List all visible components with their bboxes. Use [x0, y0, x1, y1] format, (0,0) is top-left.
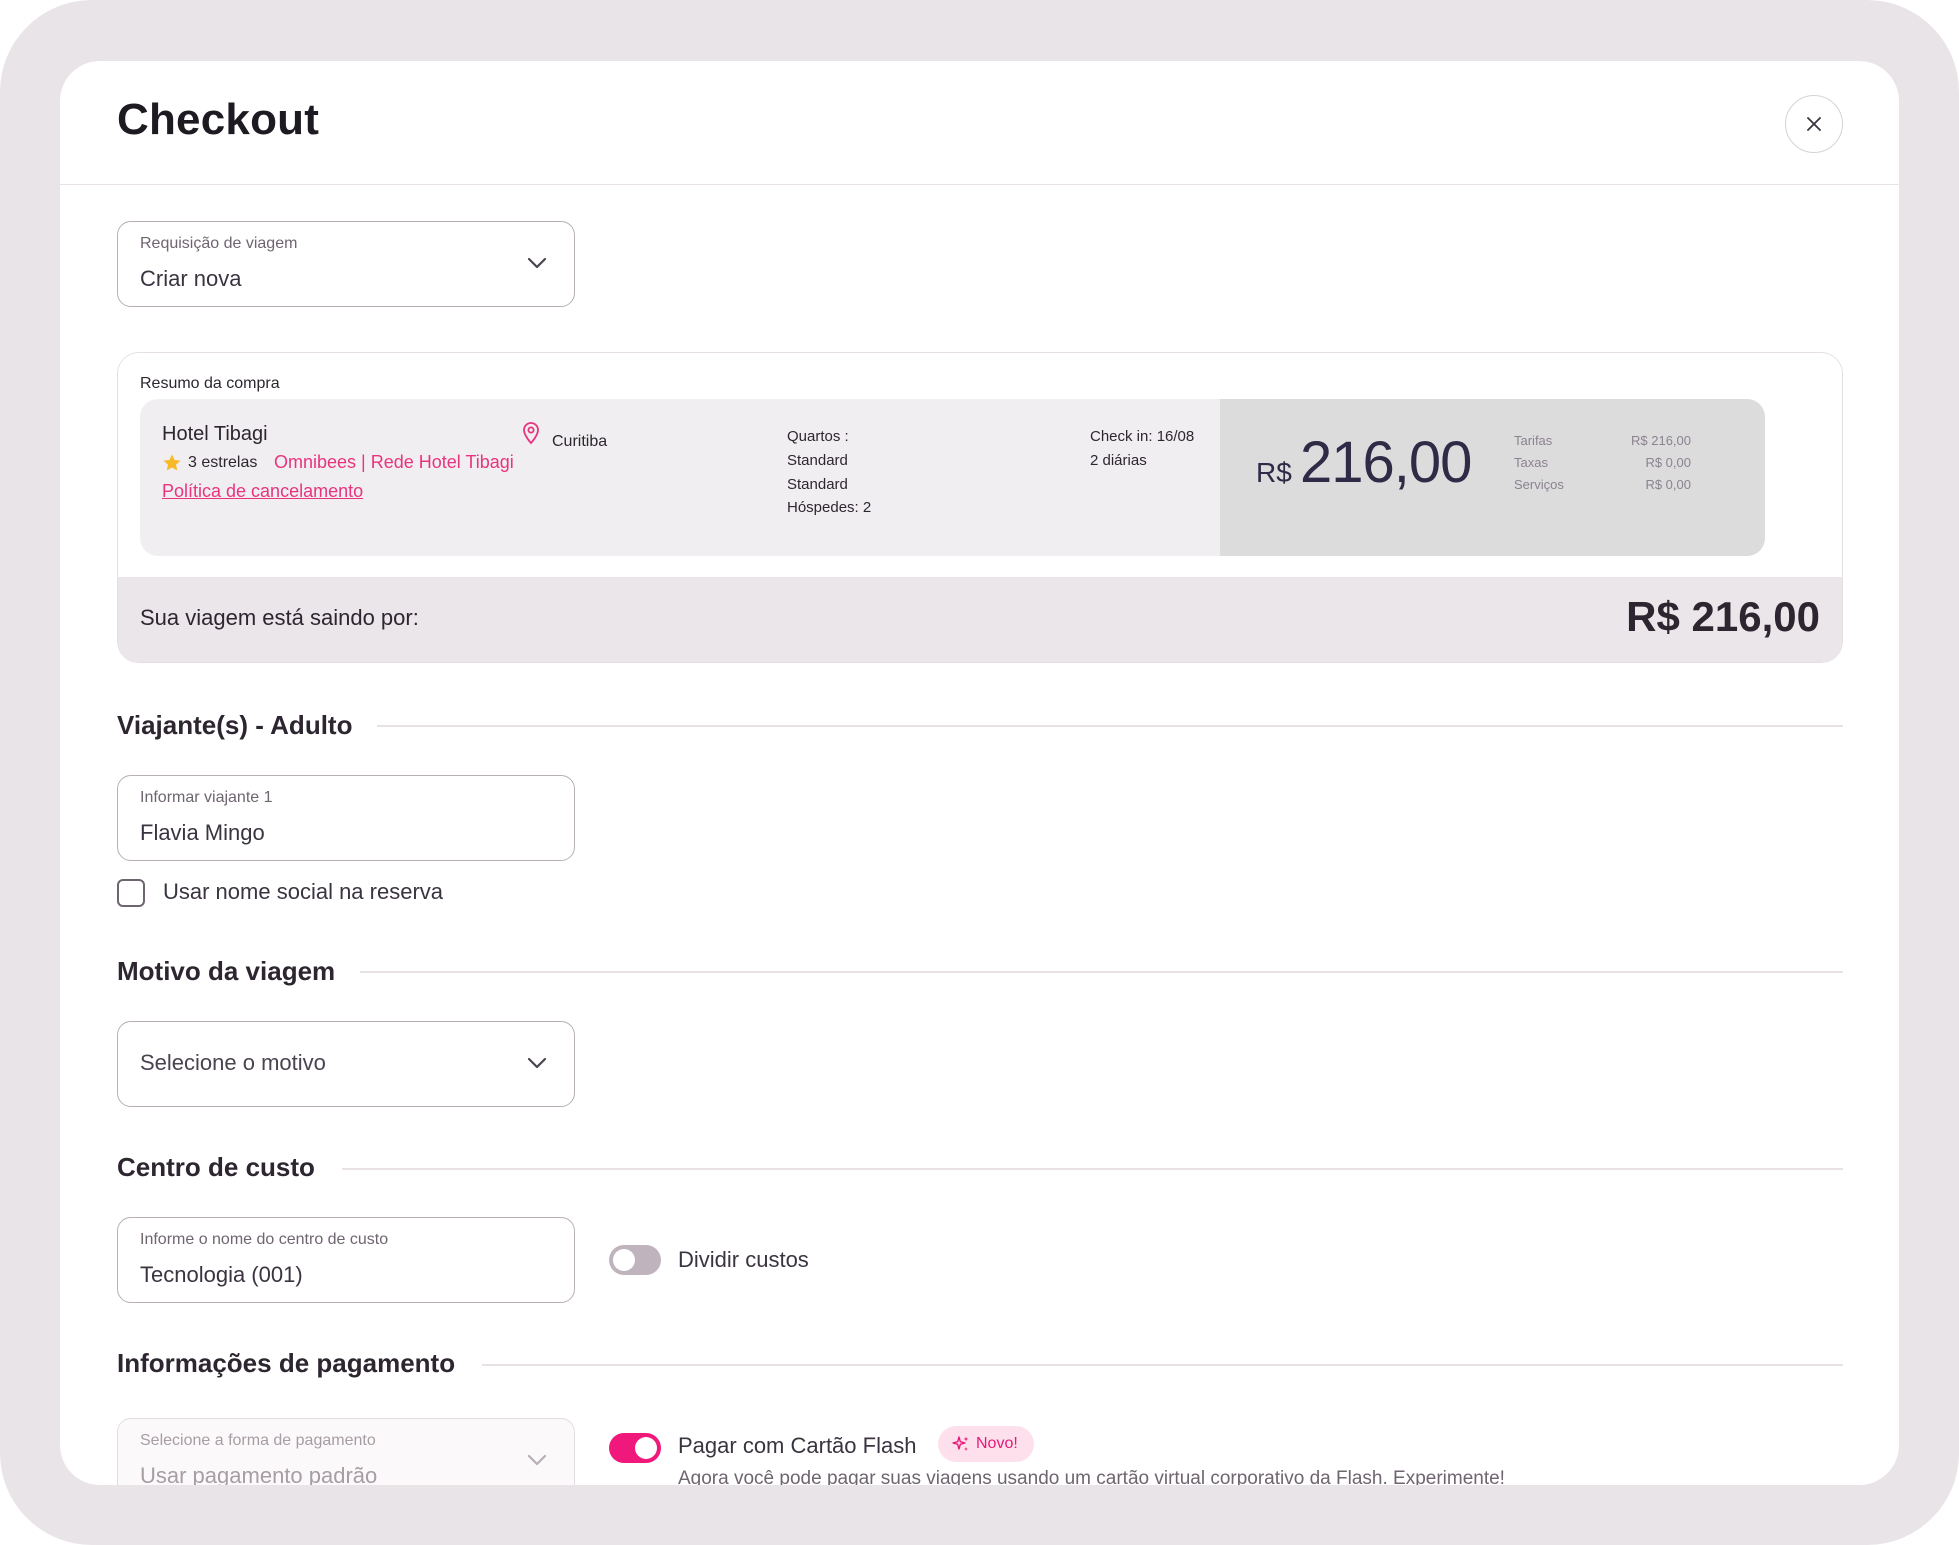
split-costs-label: Dividir custos — [678, 1247, 809, 1272]
hotel-name: Hotel Tibagi — [162, 423, 268, 445]
traveler-field[interactable]: Informar viajante 1 Flavia Mingo — [117, 775, 575, 861]
new-badge: Novo! — [938, 1426, 1034, 1462]
section-divider — [360, 971, 1843, 973]
close-icon — [1807, 117, 1821, 131]
location-pin-icon — [523, 422, 539, 445]
reason-section-title: Motivo da viagem — [117, 956, 336, 986]
total-bar: Sua viagem está saindo por: R$ 216,00 — [118, 577, 1842, 662]
price-currency: R$ — [1256, 457, 1292, 488]
badge-label: Novo! — [976, 1435, 1018, 1452]
purchase-summary: Resumo da compra Hotel Tibagi 3 estrelas… — [117, 352, 1843, 663]
chevron-down-icon — [527, 257, 547, 269]
hotel-card: Hotel Tibagi 3 estrelas Omnibees | Rede … — [140, 399, 1765, 556]
rooms-label: Quartos : — [787, 428, 849, 445]
checkin-info: Check in: 16/08 2 diárias — [1090, 425, 1194, 473]
trip-request-value: Criar nova — [140, 266, 242, 291]
cost-center-field[interactable]: Informe o nome do centro de custo Tecnol… — [117, 1217, 575, 1303]
provider-name: Omnibees | Rede Hotel Tibagi — [274, 452, 514, 472]
hotel-stars: 3 estrelas — [162, 453, 257, 473]
room-type: Standard — [787, 476, 848, 493]
split-costs-toggle[interactable] — [609, 1245, 661, 1275]
breakdown-value: R$ 216,00 — [1631, 433, 1691, 448]
breakdown-value: R$ 0,00 — [1645, 477, 1691, 492]
social-name-label: Usar nome social na reserva — [163, 879, 444, 904]
traveler-value: Flavia Mingo — [140, 820, 265, 845]
travelers-section-title: Viajante(s) - Adulto — [117, 710, 353, 740]
hotel-city: Curitiba — [552, 433, 608, 450]
payment-method-label: Selecione a forma de pagamento — [140, 1432, 376, 1449]
breakdown-label: Taxas — [1514, 455, 1548, 470]
stars-label: 3 estrelas — [188, 454, 258, 471]
breakdown-label: Tarifas — [1514, 433, 1553, 448]
room-type: Standard — [787, 452, 848, 469]
trip-request-label: Requisição de viagem — [140, 235, 298, 252]
total-label: Sua viagem está saindo por: — [140, 605, 419, 630]
reason-select[interactable]: Selecione o motivo — [117, 1021, 575, 1107]
price-box: R$ 216,00 Tarifas R$ 216,00 Taxas R$ 0,0… — [1220, 399, 1765, 556]
payment-method-value: Usar pagamento padrão — [140, 1463, 378, 1485]
toggle-knob — [613, 1249, 635, 1271]
traveler-label: Informar viajante 1 — [140, 789, 273, 806]
price-breakdown: Tarifas R$ 216,00 Taxas R$ 0,00 Serviços… — [1514, 433, 1691, 499]
section-divider — [342, 1168, 1843, 1170]
guests-count: Hóspedes: 2 — [787, 499, 872, 516]
checkout-modal: Checkout Requisição de viagem Criar nova… — [60, 61, 1899, 1485]
chevron-down-icon — [527, 1454, 547, 1466]
price-value: 216,00 — [1300, 430, 1472, 495]
payment-method-select[interactable]: Selecione a forma de pagamento Usar paga… — [117, 1418, 575, 1485]
toggle-knob — [635, 1437, 657, 1459]
rooms-info: Quartos : Standard Standard — [787, 425, 849, 497]
breakdown-row: Tarifas R$ 216,00 — [1514, 433, 1691, 455]
nights-count: 2 diárias — [1090, 452, 1147, 469]
flash-card-description: Agora você pode pagar suas viagens usand… — [678, 1468, 1505, 1485]
cost-center-section-title: Centro de custo — [117, 1152, 315, 1182]
star-icon — [163, 454, 181, 471]
reason-placeholder: Selecione o motivo — [140, 1050, 326, 1075]
modal-title: Checkout — [117, 95, 320, 144]
social-name-checkbox[interactable] — [117, 879, 145, 907]
flash-card-label: Pagar com Cartão Flash — [678, 1433, 917, 1458]
total-value: R$ 216,00 — [1626, 593, 1820, 640]
cost-center-value: Tecnologia (001) — [140, 1262, 303, 1287]
checkin-date: Check in: 16/08 — [1090, 428, 1195, 445]
chevron-down-icon — [527, 1057, 547, 1069]
modal-header: Checkout — [60, 61, 1899, 185]
trip-request-select[interactable]: Requisição de viagem Criar nova — [117, 221, 575, 307]
sparkle-icon — [952, 1436, 969, 1451]
cancellation-policy-link[interactable]: Política de cancelamento — [162, 481, 363, 502]
section-divider — [377, 725, 1843, 727]
breakdown-label: Serviços — [1514, 477, 1564, 492]
breakdown-value: R$ 0,00 — [1645, 455, 1691, 470]
payment-section-title: Informações de pagamento — [117, 1348, 456, 1378]
summary-title: Resumo da compra — [140, 375, 280, 392]
breakdown-row: Serviços R$ 0,00 — [1514, 477, 1691, 499]
flash-card-toggle[interactable] — [609, 1433, 661, 1463]
cost-center-label: Informe o nome do centro de custo — [140, 1231, 389, 1248]
close-button[interactable] — [1785, 95, 1843, 153]
breakdown-row: Taxas R$ 0,00 — [1514, 455, 1691, 477]
section-divider — [482, 1364, 1843, 1366]
